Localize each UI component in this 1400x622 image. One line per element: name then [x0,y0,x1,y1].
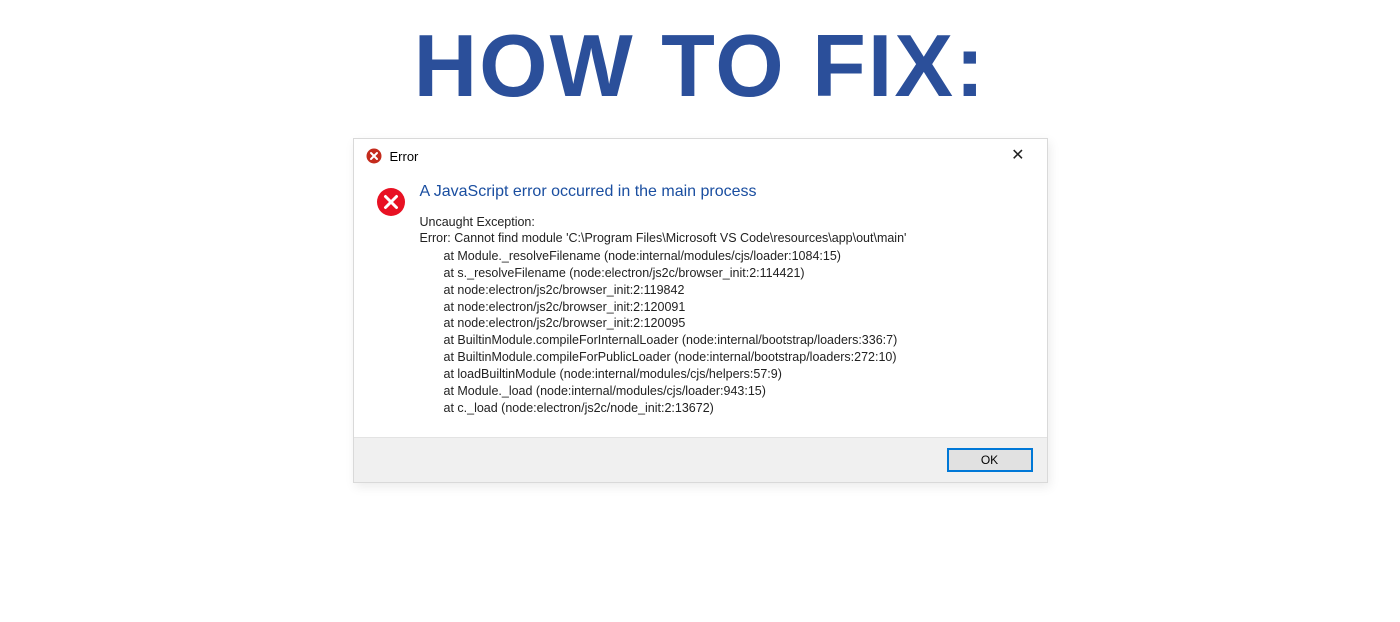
error-dialog: Error ✕ A JavaScript error occurred in t… [353,138,1048,483]
stack-line: at Module._load (node:internal/modules/c… [420,383,1031,400]
stack-line: at node:electron/js2c/browser_init:2:120… [420,315,1031,332]
dialog-body: A JavaScript error occurred in the main … [354,173,1047,437]
error-small-icon [366,148,382,164]
stack-line: at c._load (node:electron/js2c/node_init… [420,400,1031,417]
window-title: Error [390,149,419,164]
page-headline: HOW TO FIX: [0,22,1400,110]
stack-line: at BuiltinModule.compileForPublicLoader … [420,349,1031,366]
error-large-icon [376,187,406,217]
stack-line: at node:electron/js2c/browser_init:2:120… [420,299,1031,316]
stack-line: at loadBuiltinModule (node:internal/modu… [420,366,1031,383]
error-heading: A JavaScript error occurred in the main … [420,183,1031,201]
stack-line: at Module._resolveFilename (node:interna… [420,248,1031,265]
titlebar: Error ✕ [354,139,1047,173]
stack-trace: at Module._resolveFilename (node:interna… [420,248,1031,417]
stack-line: at s._resolveFilename (node:electron/js2… [420,265,1031,282]
dialog-content: A JavaScript error occurred in the main … [420,183,1031,417]
ok-button[interactable]: OK [947,448,1033,472]
stack-line: at node:electron/js2c/browser_init:2:119… [420,282,1031,299]
error-message: Error: Cannot find module 'C:\Program Fi… [420,230,1031,247]
titlebar-left: Error [366,148,419,164]
error-sub-heading: Uncaught Exception: [420,215,1031,229]
button-bar: OK [354,437,1047,482]
stack-line: at BuiltinModule.compileForInternalLoade… [420,332,1031,349]
close-button[interactable]: ✕ [1001,144,1034,168]
